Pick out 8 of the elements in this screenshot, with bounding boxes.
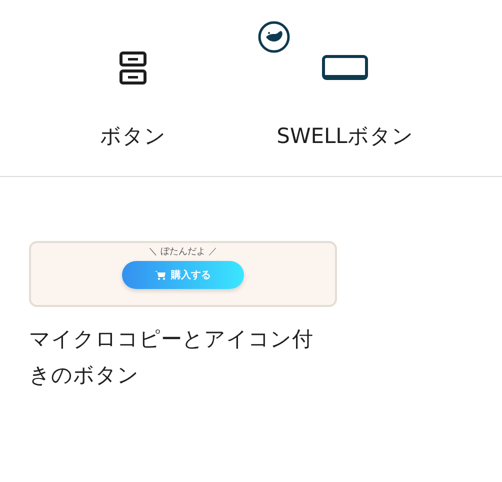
block-label: ボタン (100, 123, 166, 150)
microcopy: ＼ ぼたんだよ ／ (148, 246, 218, 258)
cart-icon (155, 270, 166, 280)
button-block-icon (322, 55, 368, 81)
variation-label: マイクロコピーとアイコン付きのボタン (29, 326, 314, 389)
button-block-icon (119, 51, 147, 85)
button-preview-card[interactable]: ＼ ぼたんだよ ／ 購入する (29, 241, 337, 307)
block-label: SWELLボタン (276, 123, 414, 150)
